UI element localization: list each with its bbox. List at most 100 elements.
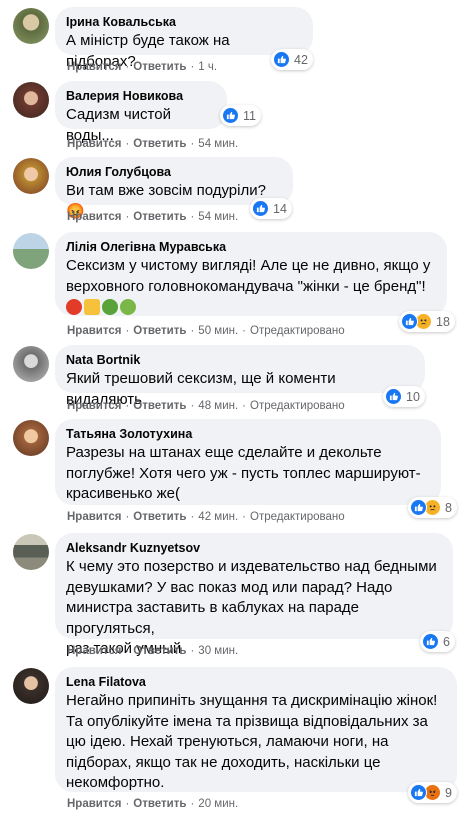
avatar[interactable] — [13, 668, 49, 704]
like-button[interactable]: Нравится — [67, 645, 121, 657]
reply-button[interactable]: Ответить — [133, 798, 186, 810]
like-reaction-icon — [401, 313, 418, 330]
like-reaction-icon — [222, 107, 239, 124]
comment-time[interactable]: 50 мин. — [198, 325, 238, 337]
like-reaction-icon — [410, 784, 427, 801]
comment-text: верховного головнокомандувача "жінки - ц… — [66, 277, 426, 295]
reply-button[interactable]: Ответить — [133, 211, 186, 223]
comment-text: Сексизм у чистому вигляді! Але це не див… — [66, 257, 431, 274]
reaction-count: 42 — [294, 52, 308, 67]
comment-text: К чему это позерство и издевательство на… — [66, 558, 437, 575]
reaction-summary[interactable]: 10 — [383, 386, 425, 407]
reaction-count: 8 — [445, 500, 452, 515]
reaction-summary[interactable]: 42 — [271, 49, 313, 70]
edited-label: Отредактировано — [250, 511, 345, 523]
reaction-count: 18 — [436, 314, 450, 329]
comment-text: цю ідею. Нехай тренуються, ламаючи ноги,… — [66, 733, 389, 750]
comment-text: Та опублікуйте імена та прізвища відпові… — [66, 712, 428, 730]
comment-actions: Нравится · Ответить · 48 мин. · Отредактирован… — [67, 400, 345, 412]
comment-actions: Нравится · Ответить · 42 мин. · Отредактирован… — [67, 511, 345, 523]
comment-bubble: Ірина Ковальська А міністр буде також на… — [55, 7, 313, 70]
avatar[interactable] — [13, 420, 49, 456]
reaction-count: 14 — [273, 201, 287, 216]
comment-actions: Нравится · Ответить · 54 мин. — [67, 138, 239, 150]
comment-text: підборах, якщо так не доходить, наскільк… — [66, 753, 381, 771]
comment-bubble: Lena Filatova Негайно припиніть знущання… — [55, 667, 457, 792]
comment-time[interactable]: 30 мин. — [198, 645, 238, 657]
reaction-summary[interactable]: 18 — [399, 311, 455, 332]
comment-time[interactable]: 1 ч. — [198, 61, 217, 73]
like-reaction-icon — [273, 51, 290, 68]
reply-button[interactable]: Ответить — [133, 645, 186, 657]
reaction-summary[interactable]: 11 — [220, 105, 261, 126]
comment-text: Негайно припиніть знущання та дискриміна… — [66, 692, 438, 709]
like-button[interactable]: Нравится — [67, 400, 121, 412]
comment-actions: Нравится · Ответить · 54 мин. — [67, 211, 239, 223]
comment-text: некомфортно. — [66, 774, 165, 791]
comment-author[interactable]: Aleksandr Kuznyetsov — [66, 540, 441, 557]
comment-author[interactable]: Валерия Новикова — [66, 88, 215, 105]
avatar[interactable] — [13, 8, 49, 44]
comment-time[interactable]: 54 мин. — [198, 138, 238, 150]
comment-bubble: Aleksandr Kuznyetsov К чему это позерств… — [55, 533, 453, 657]
comment-author[interactable]: Ірина Ковальська — [66, 14, 301, 31]
comment-author[interactable]: Юлия Голубцова — [66, 164, 281, 181]
comment-actions: Нравится · Ответить · 1 ч. — [67, 61, 218, 73]
reaction-count: 9 — [445, 785, 452, 800]
reply-button[interactable]: Ответить — [133, 138, 186, 150]
like-button[interactable]: Нравится — [67, 61, 121, 73]
comment-bubble: Татьяна Золотухина Разрезы на штанах еще… — [55, 419, 441, 505]
like-button[interactable]: Нравится — [67, 798, 121, 810]
frog-icon — [102, 299, 118, 315]
comment-bubble: Лілія Олегівна Муравська Сексизм у чисто… — [55, 232, 447, 316]
comment-author[interactable]: Lena Filatova — [66, 674, 445, 691]
avatar[interactable] — [13, 534, 49, 570]
comment-actions: Нравится · Ответить · 30 мин. — [67, 645, 239, 657]
like-reaction-icon — [410, 499, 427, 516]
comment-time[interactable]: 54 мин. — [198, 211, 238, 223]
comment-time[interactable]: 42 мин. — [198, 511, 238, 523]
reply-button[interactable]: Ответить — [133, 400, 186, 412]
reaction-summary[interactable]: 14 — [250, 198, 292, 219]
nauseated-face-icon — [120, 299, 136, 315]
emoji-row — [66, 299, 435, 315]
comment-bubble: Nata Bortnik Який трешовий сексизм, ще й… — [55, 345, 425, 408]
like-button[interactable]: Нравится — [67, 325, 121, 337]
comment-author[interactable]: Nata Bortnik — [66, 352, 413, 369]
comment-time[interactable]: 20 мин. — [198, 798, 238, 810]
comment-bubble: Валерия Новикова Садизм чистой воды... — [55, 81, 227, 144]
like-button[interactable]: Нравится — [67, 511, 121, 523]
avatar[interactable] — [13, 346, 49, 382]
reaction-count: 6 — [443, 634, 450, 649]
reaction-count: 11 — [243, 108, 256, 123]
comment-author[interactable]: Татьяна Золотухина — [66, 426, 429, 443]
comment-text: девушками? У вас показ мод или парад? На… — [66, 578, 393, 596]
edited-label: Отредактировано — [250, 400, 345, 412]
reply-button[interactable]: Ответить — [133, 61, 186, 73]
thumbs-down-icon — [84, 299, 100, 315]
edited-label: Отредактировано — [250, 325, 345, 337]
comment-author[interactable]: Лілія Олегівна Муравська — [66, 239, 435, 256]
like-button[interactable]: Нравится — [67, 138, 121, 150]
comment-actions: Нравится · Ответить · 20 мин. — [67, 798, 239, 810]
like-button[interactable]: Нравится — [67, 211, 121, 223]
comment-text: красивенько же( — [66, 485, 180, 502]
reaction-summary[interactable]: 9 — [408, 782, 457, 803]
like-reaction-icon — [422, 633, 439, 650]
reply-button[interactable]: Ответить — [133, 511, 186, 523]
comment-text: министра заставить в каблуках на параде … — [66, 599, 360, 637]
reaction-summary[interactable]: 8 — [408, 497, 457, 518]
reaction-count: 10 — [406, 389, 420, 404]
reply-button[interactable]: Ответить — [133, 325, 186, 337]
avatar[interactable] — [13, 82, 49, 118]
comment-actions: Нравится · Ответить · 50 мин. · Отредактирован… — [67, 325, 345, 337]
avatar[interactable] — [13, 233, 49, 269]
reaction-summary[interactable]: 6 — [420, 631, 455, 652]
angry-face-icon — [66, 299, 82, 315]
like-reaction-icon — [385, 388, 402, 405]
comment-time[interactable]: 48 мин. — [198, 400, 238, 412]
comment-text: Разрезы на штанах еще сделайте и декольт… — [66, 444, 382, 461]
like-reaction-icon — [252, 200, 269, 217]
comment-text: поглубже! Хотя чего уж - пусть топлес ма… — [66, 464, 421, 482]
avatar[interactable] — [13, 158, 49, 194]
